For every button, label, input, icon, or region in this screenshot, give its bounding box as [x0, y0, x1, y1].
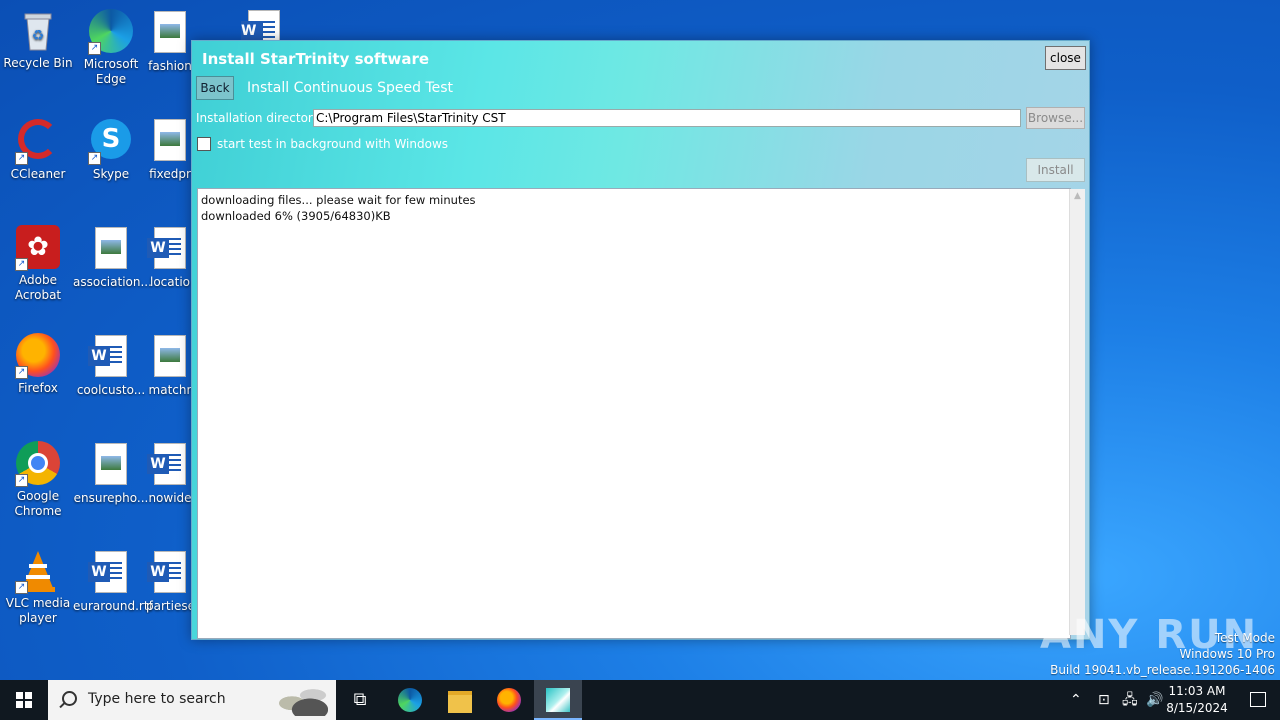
clock-date: 8/15/2024: [1166, 701, 1228, 715]
chevron-up-icon[interactable]: ⌃: [1070, 680, 1082, 720]
log-scrollbar[interactable]: ▲: [1069, 189, 1085, 635]
desktop-icon-file[interactable]: fixedpr: [146, 116, 194, 182]
word-file-icon: W: [147, 443, 193, 489]
close-button[interactable]: close: [1045, 46, 1086, 70]
desktop-icon-file[interactable]: ensurepho...: [73, 440, 149, 506]
desktop-icon-word-file[interactable]: W nowide: [146, 440, 194, 506]
folder-icon: [448, 691, 472, 713]
task-view-button[interactable]: ⧉: [336, 680, 384, 720]
desktop-icon-word-file[interactable]: W locatio: [146, 224, 194, 290]
edge-icon: ↗: [88, 9, 134, 55]
desktop-icon-word-file-partial: W: [240, 10, 280, 40]
firefox-icon: [497, 688, 521, 712]
window-title: Install StarTrinity software: [202, 50, 430, 68]
taskbar-installer-app[interactable]: [534, 680, 582, 720]
test-mode-text: Test Mode: [1214, 631, 1275, 645]
start-in-background-checkbox[interactable]: [197, 137, 211, 151]
network-icon[interactable]: 🖧: [1122, 680, 1138, 720]
desktop-icon-file[interactable]: fashion: [146, 8, 194, 74]
desktop-icon-file[interactable]: association...: [73, 224, 152, 290]
desktop-icon-recycle-bin[interactable]: ♻ Recycle Bin: [0, 8, 76, 71]
desktop-icon-firefox[interactable]: ↗ Firefox: [0, 332, 76, 396]
clock-time: 11:03 AM: [1168, 684, 1226, 698]
desktop-icons: ♻ Recycle Bin ↗ Microsoft Edge fashion ↗…: [0, 0, 200, 680]
desktop-icon-vlc[interactable]: ↗ VLC media player: [0, 548, 76, 626]
search-highlight-image: [268, 684, 328, 716]
desktop-icon-acrobat[interactable]: ✿ ↗ Adobe Acrobat: [0, 224, 76, 303]
svg-text:♻: ♻: [32, 28, 45, 44]
skype-icon: S ↗: [88, 119, 134, 165]
vlc-icon: ↗: [15, 548, 61, 594]
taskbar: Type here to search ⧉ ⌃ ⊡ 🖧 🔊 11:03 AM 8…: [0, 680, 1280, 720]
image-file-icon: [147, 119, 193, 165]
installation-directory-input[interactable]: C:\Program Files\StarTrinity CST: [313, 109, 1021, 127]
image-file-icon: [88, 443, 134, 489]
desktop-icon-word-file[interactable]: W coolcusto...: [73, 332, 149, 398]
back-button[interactable]: Back: [196, 76, 234, 100]
taskbar-search-box[interactable]: Type here to search: [48, 680, 336, 720]
search-icon: [62, 691, 77, 706]
browse-button[interactable]: Browse...: [1026, 107, 1085, 129]
word-file-icon: W: [147, 551, 193, 597]
scroll-up-arrow-icon[interactable]: ▲: [1072, 191, 1083, 201]
desktop-icon-skype[interactable]: S ↗ Skype: [73, 116, 149, 182]
taskbar-firefox[interactable]: [485, 680, 533, 720]
ccleaner-icon: ↗: [15, 119, 61, 165]
recycle-bin-icon: ♻: [15, 8, 61, 54]
startrinity-app-icon: [546, 688, 570, 712]
chrome-icon: ↗: [15, 441, 61, 487]
volume-icon[interactable]: 🔊: [1146, 680, 1163, 720]
desktop-icon-chrome[interactable]: ↗ Google Chrome: [0, 440, 76, 519]
firefox-icon: ↗: [15, 333, 61, 379]
system-info: Test Mode Windows 10 Pro Build 19041.vb_…: [1050, 630, 1275, 678]
log-line: downloading files... please wait for few…: [201, 193, 476, 207]
installer-window: Install StarTrinity software close Back …: [191, 40, 1090, 640]
acrobat-icon: ✿ ↗: [15, 225, 61, 271]
os-edition-text: Windows 10 Pro: [1179, 647, 1275, 661]
desktop-icon-word-file[interactable]: W partiese: [146, 548, 194, 614]
window-subtitle: Install Continuous Speed Test: [247, 80, 454, 96]
image-file-icon: [147, 11, 193, 57]
meet-now-icon[interactable]: ⊡: [1098, 680, 1110, 720]
word-file-icon: W: [88, 335, 134, 381]
word-file-icon: W: [147, 227, 193, 273]
notification-icon[interactable]: [1250, 692, 1266, 707]
log-output: downloading files... please wait for few…: [197, 188, 1071, 639]
desktop-icon-word-file[interactable]: W euraround.rtf: [73, 548, 153, 614]
word-file-icon: W: [88, 551, 134, 597]
image-file-icon: [88, 227, 134, 273]
task-view-icon: ⧉: [353, 689, 367, 710]
start-button[interactable]: [0, 680, 48, 720]
image-file-icon: [147, 335, 193, 381]
search-placeholder: Type here to search: [88, 691, 226, 707]
log-line: downloaded 6% (3905/64830)KB: [201, 209, 391, 223]
desktop-icon-ccleaner[interactable]: ↗ CCleaner: [0, 116, 76, 182]
desktop-icon-edge[interactable]: ↗ Microsoft Edge: [73, 8, 149, 87]
taskbar-file-explorer[interactable]: [436, 680, 484, 720]
install-button[interactable]: Install: [1026, 158, 1085, 182]
edge-icon: [398, 688, 422, 712]
build-text: Build 19041.vb_release.191206-1406: [1050, 663, 1275, 677]
taskbar-clock[interactable]: 11:03 AM 8/15/2024: [1162, 683, 1232, 717]
start-in-background-label: start test in background with Windows: [217, 137, 449, 151]
windows-logo-icon: [16, 692, 32, 708]
taskbar-edge[interactable]: [386, 680, 434, 720]
installation-directory-label: Installation directory:: [196, 111, 324, 125]
desktop-icon-file[interactable]: matchr: [146, 332, 194, 398]
